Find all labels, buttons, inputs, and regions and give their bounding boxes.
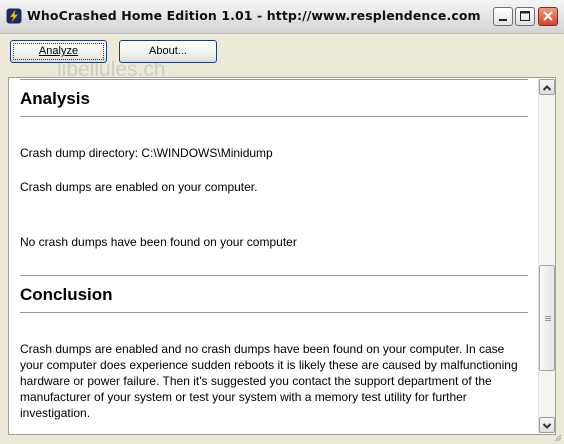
vertical-scrollbar[interactable]: [538, 78, 555, 434]
analyze-button[interactable]: Analyze: [10, 40, 107, 63]
toolbar: libellules.ch Analyze About...: [0, 34, 564, 81]
analyze-button-label: Analyze: [13, 43, 104, 60]
lightning-bolt-icon[interactable]: [6, 8, 22, 24]
dumps-enabled-text: Crash dumps are enabled on your computer…: [20, 180, 258, 194]
minimize-icon: [499, 19, 507, 21]
conclusion-text: Crash dumps are enabled and no crash dum…: [20, 342, 518, 420]
divider: [20, 116, 528, 117]
minimize-button[interactable]: [493, 7, 513, 26]
scroll-thumb[interactable]: [539, 265, 555, 371]
divider: [20, 79, 528, 80]
chevron-up-icon: [542, 85, 552, 91]
report-panel[interactable]: Analysis Crash dump directory: C:\WINDOW…: [8, 77, 556, 435]
about-button[interactable]: About...: [119, 40, 217, 63]
no-dumps-found-text: No crash dumps have been found on your c…: [20, 235, 297, 249]
close-button[interactable]: [538, 7, 558, 26]
app-window: WhoCrashed Home Edition 1.01 - http://ww…: [0, 0, 564, 444]
conclusion-heading: Conclusion: [20, 285, 113, 304]
scroll-down-button[interactable]: [539, 417, 555, 433]
maximize-button[interactable]: [515, 7, 535, 26]
resize-grip-icon[interactable]: [552, 432, 562, 442]
window-title: WhoCrashed Home Edition 1.01 - http://ww…: [27, 8, 481, 23]
title-bar[interactable]: WhoCrashed Home Edition 1.01 - http://ww…: [0, 0, 564, 34]
divider: [20, 312, 528, 313]
divider: [20, 275, 528, 276]
chevron-down-icon: [542, 423, 552, 429]
close-icon: [543, 11, 553, 21]
analysis-heading: Analysis: [20, 89, 90, 108]
maximize-icon: [520, 11, 530, 21]
crash-dump-directory: Crash dump directory: C:\WINDOWS\Minidum…: [20, 146, 273, 160]
scroll-up-button[interactable]: [539, 79, 555, 95]
